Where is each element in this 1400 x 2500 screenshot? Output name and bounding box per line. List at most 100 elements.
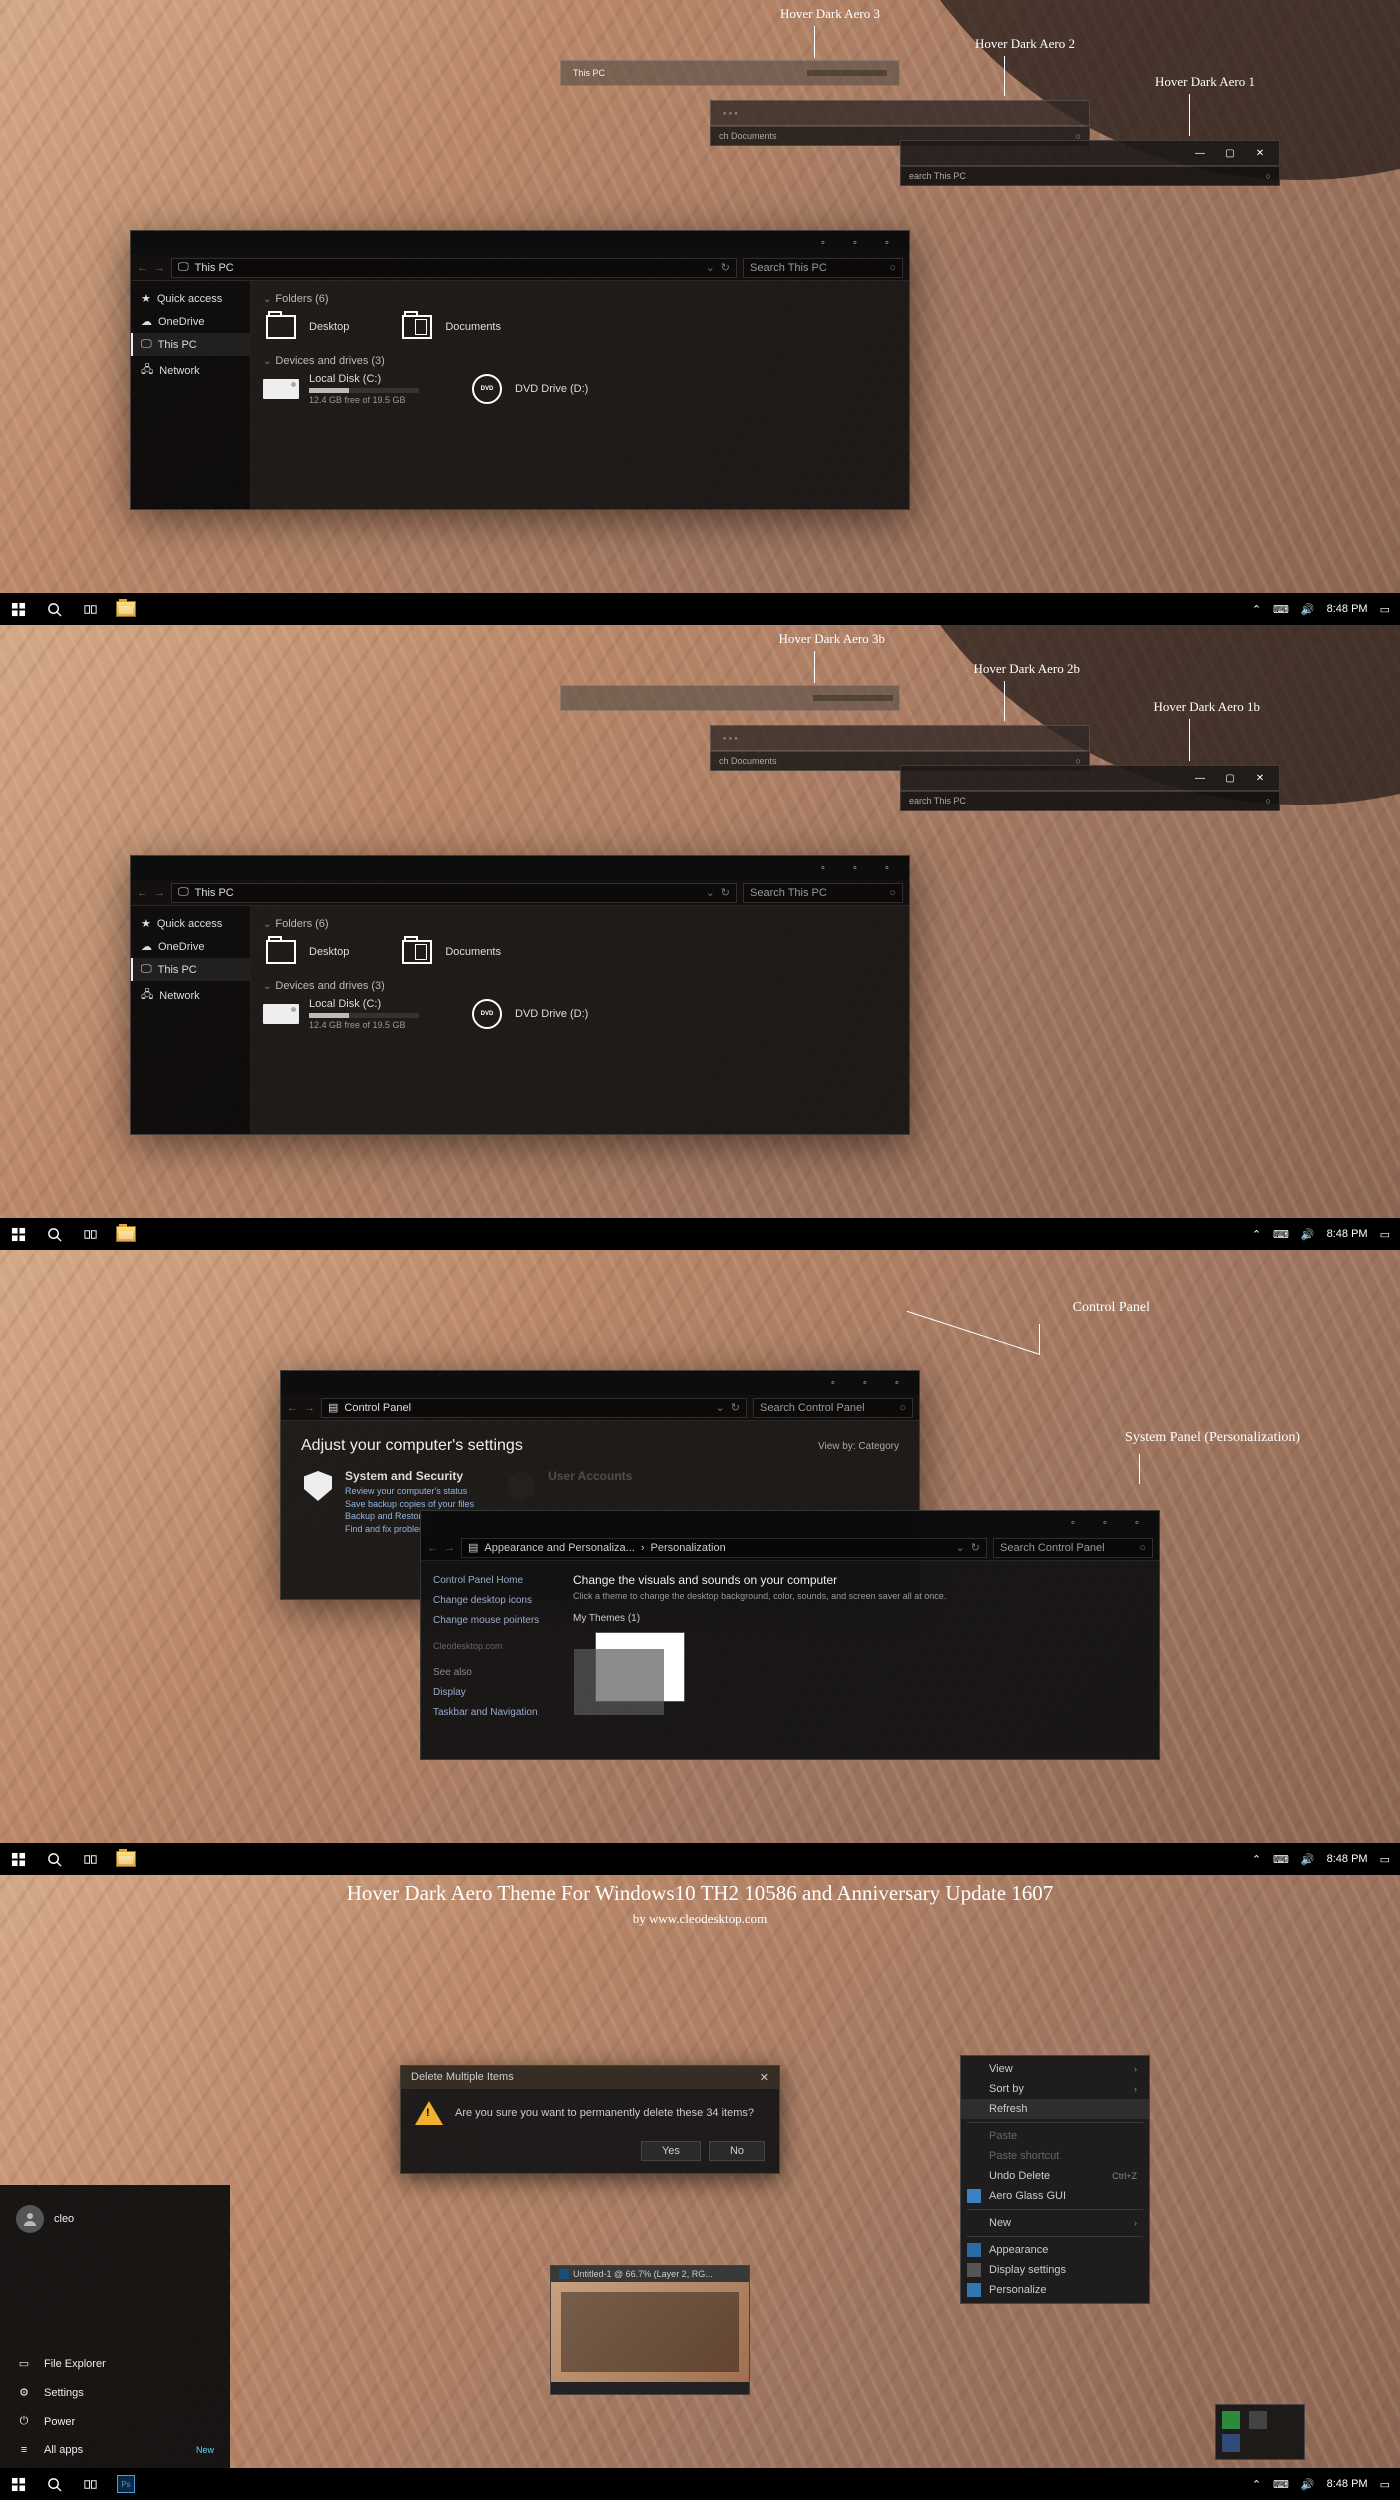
photoshop-task-icon[interactable]: Ps [108, 2468, 144, 2500]
taskbar[interactable]: ⌃⌨🔊8:48 PM▭ [0, 1843, 1400, 1875]
nav-onedrive[interactable]: ☁OneDrive [131, 310, 250, 333]
callout-control-panel: Control Panel [1073, 1300, 1150, 1316]
ctx-appearance[interactable]: Appearance [961, 2240, 1149, 2260]
app-icon [967, 2189, 981, 2203]
ctx-refresh[interactable]: Refresh [961, 2099, 1149, 2119]
shield-icon [304, 1471, 332, 1501]
minimize-icon[interactable]: — [1187, 769, 1213, 787]
explorer-window[interactable]: ◦ ◦ ◦ ← → 🖵 This PC ⌄ ↻ Search This PC ○… [130, 230, 910, 510]
folder-icon [402, 315, 432, 339]
monitor-icon: 🖵 [141, 338, 152, 351]
network-icon: 🖧 [141, 361, 153, 380]
action-center-icon[interactable]: ▭ [1380, 603, 1390, 616]
close-icon[interactable]: ✕ [1247, 769, 1273, 787]
ctx-paste: Paste [961, 2126, 1149, 2146]
forward-icon[interactable]: → [154, 262, 165, 274]
no-button[interactable]: No [709, 2141, 765, 2161]
start-user[interactable]: cleo [0, 2199, 230, 2239]
taskbar[interactable]: ⌃⌨🔊8:48 PM▭ [0, 1218, 1400, 1250]
nav-this-pc[interactable]: 🖵This PC [131, 333, 250, 356]
drive-c[interactable]: Local Disk (C:)12.4 GB free of 19.5 GB [263, 373, 419, 405]
nav-network[interactable]: 🖧Network [131, 356, 250, 385]
folder-icon [266, 315, 296, 339]
panel-4: Hover Dark Aero Theme For Windows10 TH2 … [0, 1875, 1400, 2500]
variant-bar-1b[interactable]: —▢✕ [900, 765, 1280, 791]
folder-documents[interactable]: Documents [399, 311, 501, 343]
clock[interactable]: 8:48 PM [1327, 603, 1368, 615]
maximize-icon[interactable]: ▢ [1217, 769, 1243, 787]
app-icon [967, 2243, 981, 2257]
ctx-display-settings[interactable]: Display settings [961, 2260, 1149, 2280]
taskview-icon[interactable] [72, 2468, 108, 2500]
close-icon[interactable]: ✕ [760, 2071, 769, 2084]
start-button[interactable] [0, 593, 36, 625]
start-file-explorer[interactable]: ▭File Explorer [0, 2349, 230, 2378]
refresh-icon[interactable]: ↻ [721, 261, 730, 274]
variant-bar-1[interactable]: — ▢ ✕ [900, 140, 1280, 166]
ps-icon [559, 2269, 569, 2279]
close-icon[interactable]: ✕ [1247, 144, 1273, 162]
drive-dvd[interactable]: DVD Drive (D:) [469, 373, 588, 405]
ctx-view[interactable]: View› [961, 2059, 1149, 2079]
dvd-icon [472, 374, 502, 404]
file-explorer-task-icon[interactable] [108, 593, 144, 625]
drives-group-header[interactable]: Devices and drives (3) [263, 355, 897, 367]
tray-flyout[interactable] [1215, 2404, 1305, 2460]
context-menu[interactable]: View› Sort by› Refresh Paste Paste short… [960, 2055, 1150, 2304]
pz-main: Change the visuals and sounds on your co… [561, 1561, 1159, 1717]
variant-1-label: Hover Dark Aero 1 [1155, 74, 1255, 90]
close-icon[interactable]: ◦ [871, 233, 903, 253]
minimize-icon[interactable]: — [1187, 144, 1213, 162]
search-input[interactable]: Search This PC ○ [743, 258, 903, 278]
taskview-icon[interactable] [72, 593, 108, 625]
start-button[interactable] [0, 2468, 36, 2500]
ps-canvas[interactable] [551, 2282, 749, 2382]
tray-chevron-icon[interactable]: ⌃ [1252, 603, 1261, 616]
theme-thumbnail[interactable] [595, 1632, 685, 1702]
window-titlebar[interactable]: ◦ ◦ ◦ [131, 231, 909, 255]
ctx-aero-glass[interactable]: Aero Glass GUI [961, 2186, 1149, 2206]
star-icon: ★ [141, 292, 151, 305]
nav-quick-access[interactable]: ★Quick access [131, 287, 250, 310]
photoshop-window[interactable]: Untitled-1 @ 66.7% (Layer 2, RG... [550, 2265, 750, 2395]
minimize-icon[interactable]: ◦ [807, 233, 839, 253]
keyboard-icon[interactable]: ⌨ [1273, 603, 1289, 616]
back-icon[interactable]: ← [137, 262, 148, 274]
tray-app-icon[interactable] [1222, 2434, 1240, 2452]
taskbar[interactable]: ⌃ ⌨ 🔊 8:48 PM ▭ [0, 593, 1400, 625]
personalize-icon [967, 2283, 981, 2297]
volume-icon[interactable]: 🔊 [1301, 603, 1315, 616]
maximize-icon[interactable]: ▢ [1217, 144, 1243, 162]
start-all-apps[interactable]: ≡All appsNew [0, 2436, 230, 2464]
variant-3b-label: Hover Dark Aero 3b [779, 631, 886, 647]
variant-bar-3b [560, 685, 900, 711]
start-settings[interactable]: ⚙Settings [0, 2378, 230, 2407]
yes-button[interactable]: Yes [641, 2141, 701, 2161]
taskbar[interactable]: Ps ⌃⌨🔊8:48 PM▭ [0, 2468, 1400, 2500]
tray-app-icon[interactable] [1222, 2411, 1240, 2429]
tray-app-icon[interactable] [1249, 2411, 1267, 2429]
view-by-dropdown[interactable]: View by: Category [818, 1441, 899, 1452]
ctx-new[interactable]: New› [961, 2213, 1149, 2233]
search-task-icon[interactable] [36, 2468, 72, 2500]
maximize-icon[interactable]: ◦ [839, 233, 871, 253]
dialog-title: Delete Multiple Items [411, 2071, 514, 2084]
panel-1: This PC Hover Dark Aero 3 ◦ ◦ ◦ ch Docum… [0, 0, 1400, 625]
search-task-icon[interactable] [36, 593, 72, 625]
ctx-paste-shortcut: Paste shortcut [961, 2146, 1149, 2166]
ctx-sort-by[interactable]: Sort by› [961, 2079, 1149, 2099]
address-box[interactable]: 🖵 This PC ⌄ ↻ [171, 258, 737, 278]
personalization-window[interactable]: ◦◦◦ ←→ ▤Appearance and Personaliza...›Pe… [420, 1510, 1160, 1760]
explorer-window-2[interactable]: ◦◦◦ ←→ 🖵This PC⌄↻ Search This PC○ ★Quick… [130, 855, 910, 1135]
delete-dialog[interactable]: Delete Multiple Items✕ Are you sure you … [400, 2065, 780, 2174]
folder-desktop[interactable]: Desktop [263, 311, 349, 343]
folders-group-header[interactable]: Folders (6) [263, 293, 897, 305]
user-avatar-icon [16, 2205, 44, 2233]
start-power[interactable]: ⏻Power [0, 2407, 230, 2436]
breadcrumb[interactable]: This PC [195, 262, 234, 274]
variant-bar-2: ◦ ◦ ◦ [710, 100, 1090, 126]
ctx-personalize[interactable]: Personalize [961, 2280, 1149, 2300]
ctx-undo-delete[interactable]: Undo DeleteCtrl+Z [961, 2166, 1149, 2186]
control-panel-icon: ▤ [328, 1401, 338, 1414]
start-menu[interactable]: cleo ▭File Explorer ⚙Settings ⏻Power ≡Al… [0, 2185, 230, 2468]
